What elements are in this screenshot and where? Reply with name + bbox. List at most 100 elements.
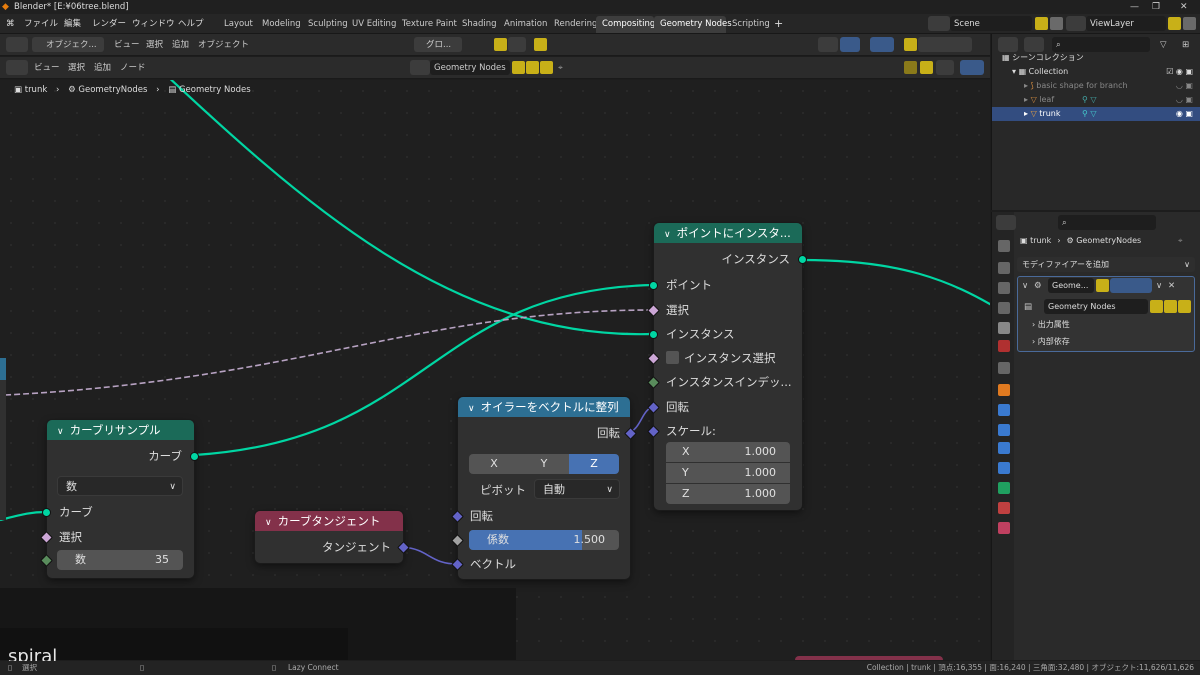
properties-editor-icon[interactable] (996, 215, 1016, 230)
edit-mode-icon[interactable] (1096, 279, 1109, 292)
close-icon[interactable]: ✕ (1168, 278, 1175, 294)
node-resample-curve[interactable]: ∨ カーブリサンプル カーブ 数 ∨ カーブ 選択 数 35 (40, 420, 199, 578)
overlay-icon[interactable] (870, 37, 894, 52)
tab-compositing[interactable]: Compositing (596, 16, 655, 33)
node-curve-tangent[interactable]: ∨ カーブタンジェント タンジェント (255, 511, 410, 563)
unlink-node-group-icon[interactable] (1178, 300, 1191, 313)
viewport-menu-add[interactable]: 追加 (172, 37, 189, 53)
view-layer-icon[interactable] (1066, 16, 1086, 31)
close-button[interactable]: ✕ (1180, 0, 1188, 14)
unlink-node-group-icon[interactable] (540, 61, 553, 74)
node-tree-icon[interactable] (410, 60, 430, 75)
output-tab-icon[interactable] (998, 282, 1010, 294)
particles-tab-icon[interactable] (998, 424, 1010, 436)
maximize-button[interactable]: ❐ (1152, 0, 1160, 14)
data-tab-icon[interactable] (998, 482, 1010, 494)
render-tab-icon[interactable] (998, 262, 1010, 274)
minimize-button[interactable]: — (1130, 0, 1139, 14)
breadcrumb-tree[interactable]: Geometry Nodes (179, 85, 251, 95)
node-header[interactable]: ∨ オイラーをベクトルに整列 (458, 397, 630, 417)
delete-scene-icon[interactable] (1050, 17, 1063, 30)
output-socket-instances[interactable] (798, 255, 807, 264)
snap-mode-icon[interactable] (508, 37, 526, 52)
tab-rendering[interactable]: Rendering (548, 16, 597, 33)
snap-node-icon[interactable] (920, 61, 933, 74)
gizmo-icon[interactable] (840, 37, 860, 52)
proportional-edit-icon[interactable] (534, 38, 547, 51)
node-instance-on-points[interactable]: ∨ ポイントにインスタ... インスタンス ポイント 選択 インスタンス インスタ… (647, 223, 807, 510)
menu-render[interactable]: レンダー (92, 14, 126, 34)
pivot-dropdown[interactable]: 自動 ∨ (534, 479, 620, 499)
internal-dependencies-panel[interactable]: › 内部依存 (1032, 336, 1070, 347)
visibility-icon[interactable] (818, 37, 838, 52)
add-modifier-dropdown[interactable]: モディファイアーを追加 ∨ (1017, 257, 1195, 272)
menu-window[interactable]: ウィンドウ (132, 14, 175, 34)
viewport-menu-select[interactable]: 選択 (146, 37, 163, 53)
new-scene-icon[interactable] (1035, 17, 1048, 30)
properties-search-input[interactable] (1058, 215, 1156, 230)
new-view-layer-icon[interactable] (1168, 17, 1181, 30)
outliner-item-trunk[interactable]: ▸ ▽ trunk ⚲ ▽ ◉ ▣ (992, 107, 1200, 121)
tab-sculpting[interactable]: Sculpting (302, 16, 348, 33)
xray-icon[interactable] (904, 38, 917, 51)
visibility-eye-icon[interactable]: ◡ ▣ (1176, 93, 1193, 107)
node-header[interactable]: ∨ ポイントにインスタ... (654, 223, 802, 243)
input-socket-curve[interactable] (42, 508, 51, 517)
viewport-menu-view[interactable]: ビュー (114, 37, 140, 53)
node-overlay-icon[interactable] (960, 60, 984, 75)
menu-help[interactable]: ヘルプ (178, 14, 204, 34)
input-socket-points[interactable] (649, 281, 658, 290)
material-tab-icon[interactable] (998, 502, 1010, 514)
scene-tab-icon[interactable] (998, 322, 1010, 334)
tab-geometry-nodes[interactable]: Geometry Nodes (654, 16, 732, 33)
editor-type-icon[interactable] (6, 37, 28, 52)
tab-texture-paint[interactable]: Texture Paint (396, 16, 457, 33)
outliner-item-leaf[interactable]: ▸ ▽ leaf ⚲ ▽ ◡ ▣ (992, 93, 1200, 107)
breadcrumb-modifier[interactable]: GeometryNodes (78, 85, 147, 95)
snap-icon[interactable] (494, 38, 507, 51)
modifier-panel[interactable]: ∨ ⚙ Geome... ∨ ✕ ▤ Geometry Nodes › 出力属性… (1017, 276, 1195, 352)
output-socket-curve[interactable] (190, 452, 199, 461)
parent-icon[interactable] (904, 61, 917, 74)
outliner-search-input[interactable] (1052, 37, 1150, 52)
input-socket-instance[interactable] (649, 330, 658, 339)
scale-x-field[interactable]: X 1.000 (666, 442, 790, 462)
node-editor-type-icon[interactable] (6, 60, 28, 75)
node-menu-node[interactable]: ノード (120, 60, 146, 76)
collapse-icon[interactable]: ∨ (468, 404, 475, 414)
visibility-eye-icon[interactable]: ☑ ◉ ▣ (1166, 65, 1193, 79)
falloff-icon[interactable] (548, 37, 564, 52)
node-menu-view[interactable]: ビュー (34, 60, 60, 76)
node-align-euler-to-vector[interactable]: ∨ オイラーをベクトルに整列 回転 X Y Z ピボット 自動 ∨ 回転 係数 1.… (451, 397, 637, 579)
menu-file[interactable]: ファイル (24, 14, 58, 34)
scene-collection-row[interactable]: ▦ シーンコレクション (992, 51, 1200, 65)
viewport-menu-object[interactable]: オブジェクト (198, 37, 249, 53)
tab-scripting[interactable]: Scripting (726, 16, 770, 33)
visibility-eye-icon[interactable]: ◡ ▣ (1176, 79, 1193, 93)
scene-icon[interactable] (928, 16, 950, 31)
count-field[interactable]: 数 35 (57, 550, 183, 570)
resample-mode-dropdown[interactable]: 数 ∨ (57, 476, 183, 496)
blender-menu-icon[interactable]: ⌘ (6, 14, 15, 34)
modifier-tab-icon[interactable] (998, 404, 1010, 416)
node-header[interactable]: ∨ カーブリサンプル (47, 420, 194, 440)
menu-edit[interactable]: 編集 (64, 14, 81, 34)
axis-z-button[interactable]: Z (569, 454, 619, 474)
new-node-group-icon[interactable] (526, 61, 539, 74)
outliner-item-basic-shape[interactable]: ▸ ⟆ basic shape for branch ◡ ▣ (992, 79, 1200, 93)
tab-layout[interactable]: Layout (218, 16, 256, 33)
tab-modeling[interactable]: Modeling (256, 16, 302, 33)
add-workspace-button[interactable]: + (774, 14, 783, 34)
visibility-eye-icon[interactable]: ◉ ▣ (1176, 107, 1193, 121)
object-tab-icon[interactable] (998, 384, 1010, 396)
shading-mode-buttons[interactable] (918, 37, 972, 52)
chevron-down-icon[interactable]: ∨ (1156, 278, 1162, 294)
output-attributes-panel[interactable]: › 出力属性 (1032, 319, 1070, 330)
world-tab-icon[interactable] (998, 340, 1010, 352)
properties-editor[interactable]: ⌕ ▣ trunk › ⚙ GeometryNodes ⌖ モディファイアーを追加 ∨ … (991, 212, 1200, 660)
collapse-icon[interactable]: ∨ (664, 230, 671, 240)
instance-select-checkbox[interactable] (666, 351, 679, 364)
outliner-editor-icon[interactable] (998, 37, 1018, 52)
collection-tab-icon[interactable] (998, 362, 1010, 374)
outliner[interactable]: ⌕ ▽ ⊞ ▦ シーンコレクション ▾ ▦ Collection ☑ ◉ ▣ ▸ … (991, 34, 1200, 210)
